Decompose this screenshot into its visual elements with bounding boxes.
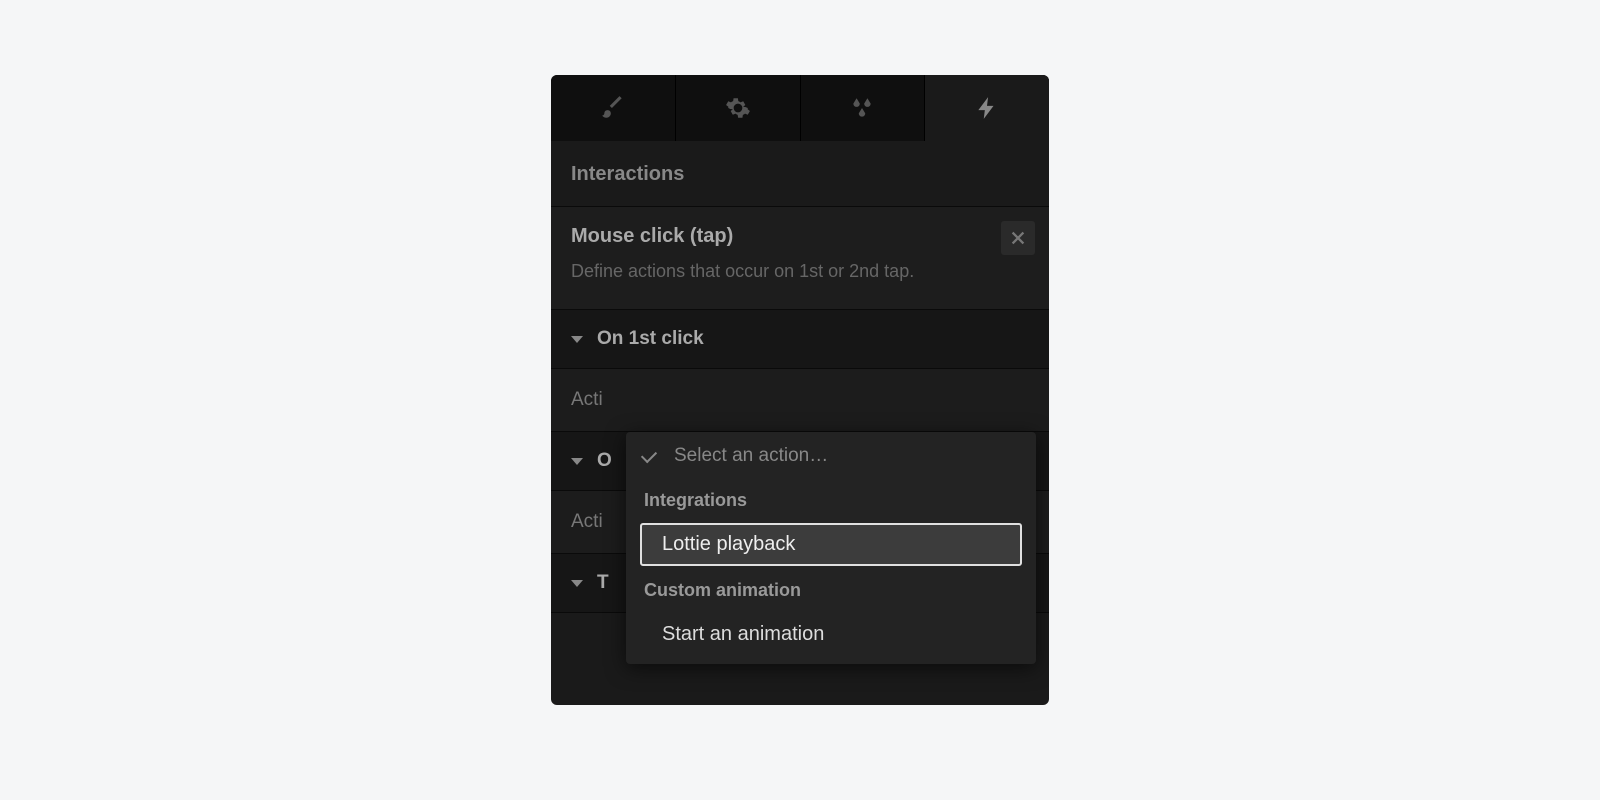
- action-label: Acti: [571, 389, 603, 411]
- tab-interactions[interactable]: [925, 75, 1049, 141]
- dropdown-group-integrations: Integrations: [626, 480, 1036, 519]
- dropdown-placeholder[interactable]: Select an action…: [626, 432, 1036, 480]
- tab-style[interactable]: [551, 75, 676, 141]
- tab-effects[interactable]: [801, 75, 926, 141]
- dropdown-option-lottie-playback[interactable]: Lottie playback: [640, 523, 1022, 566]
- section-on-1st-click[interactable]: On 1st click: [551, 310, 1049, 369]
- close-icon: [1009, 229, 1027, 247]
- brush-icon: [600, 95, 626, 121]
- dropdown-group-custom-animation: Custom animation: [626, 570, 1036, 609]
- section-label: On 1st click: [597, 328, 704, 350]
- gear-icon: [725, 95, 751, 121]
- lightning-icon: [974, 95, 1000, 121]
- panel-tabbar: [551, 75, 1049, 141]
- action-row-1[interactable]: Acti: [551, 369, 1049, 432]
- section-label: T: [597, 572, 609, 594]
- trigger-title: Mouse click (tap): [571, 225, 1029, 248]
- interactions-panel: Interactions Mouse click (tap) Define ac…: [551, 75, 1049, 705]
- remove-trigger-button[interactable]: [1001, 221, 1035, 255]
- section-label: O: [597, 450, 612, 472]
- chevron-down-icon: [571, 580, 583, 587]
- tab-settings[interactable]: [676, 75, 801, 141]
- dropdown-option-start-animation[interactable]: Start an animation: [640, 613, 1022, 656]
- trigger-block: Mouse click (tap) Define actions that oc…: [551, 207, 1049, 310]
- action-dropdown: Select an action… Integrations Lottie pl…: [626, 432, 1036, 664]
- trigger-description: Define actions that occur on 1st or 2nd …: [571, 258, 1029, 285]
- chevron-down-icon: [571, 458, 583, 465]
- droplets-icon: [849, 95, 875, 121]
- dropdown-placeholder-label: Select an action…: [674, 445, 828, 467]
- section-title: Interactions: [551, 141, 1049, 207]
- chevron-down-icon: [571, 336, 583, 343]
- action-label: Acti: [571, 511, 603, 533]
